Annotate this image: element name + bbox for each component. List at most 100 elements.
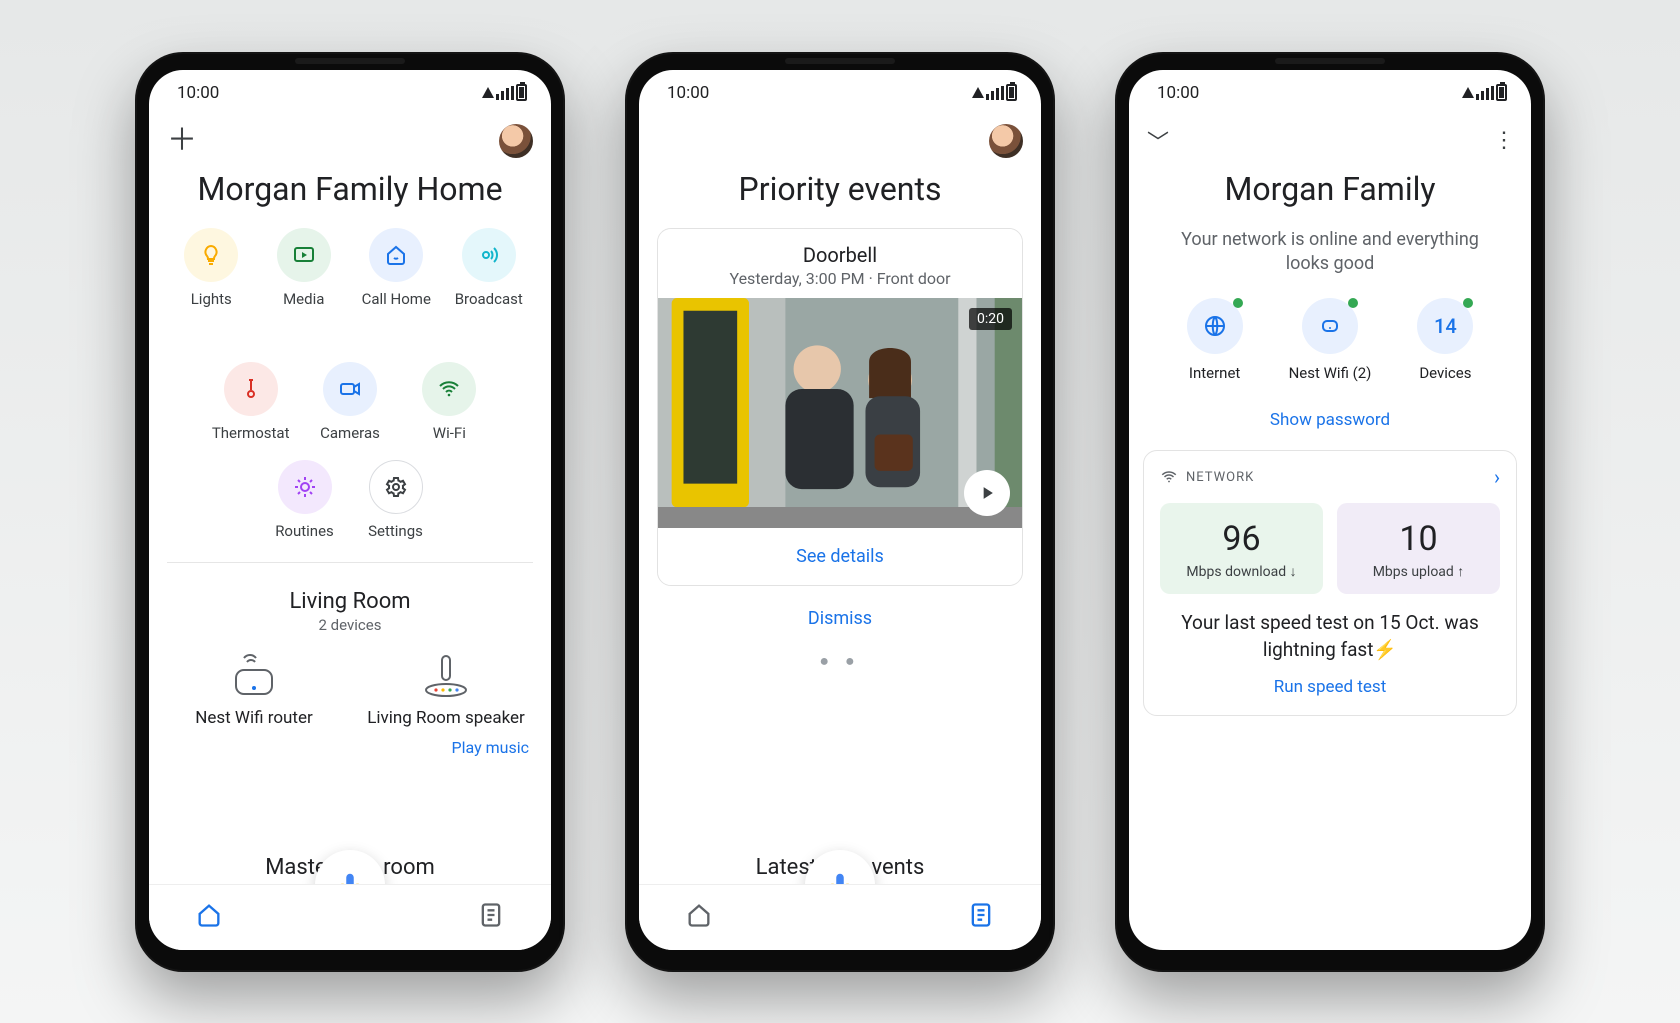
net-item-label: Internet — [1189, 364, 1240, 382]
play-music-link[interactable]: Play music — [149, 728, 551, 757]
action-broadcast[interactable]: Broadcast — [443, 228, 536, 308]
divider — [167, 562, 533, 563]
page-dots: ● ● — [639, 651, 1041, 671]
bottom-nav — [149, 884, 551, 950]
home-call-icon — [369, 228, 423, 282]
room-subtitle: 2 devices — [149, 616, 551, 634]
cell-signal-icon — [496, 86, 514, 100]
video-duration: 0:20 — [969, 308, 1012, 330]
device-speaker[interactable]: Living Room speaker — [355, 652, 537, 728]
card-header-label: NETWORK — [1186, 470, 1254, 485]
action-label: Wi-Fi — [433, 424, 466, 442]
status-dot-icon — [1233, 298, 1243, 308]
quick-actions: Lights Media Call Home Broadcast — [149, 228, 551, 344]
wifi-icon — [422, 362, 476, 416]
routines-icon — [278, 460, 332, 514]
status-bar: 10:00 — [149, 70, 551, 116]
cell-signal-icon — [1476, 86, 1494, 100]
status-dot-icon — [1348, 298, 1358, 308]
room-title: Living Room — [149, 589, 551, 614]
status-time: 10:00 — [177, 83, 219, 103]
net-item-internet[interactable]: Internet — [1187, 298, 1243, 382]
action-label: Call Home — [362, 290, 431, 308]
status-dot-icon — [1463, 298, 1473, 308]
camera-icon — [323, 362, 377, 416]
dismiss-link[interactable]: Dismiss — [639, 608, 1041, 629]
home-title: Morgan Family Home — [169, 170, 531, 208]
network-card: NETWORK › 96 Mbps download ↓ 10 Mbps upl… — [1143, 450, 1517, 716]
phone-3: 10:00 ﹀ ⋮ Morgan Family Your network is … — [1115, 52, 1545, 972]
nav-home-icon[interactable] — [195, 901, 223, 933]
battery-icon — [516, 84, 527, 101]
action-routines[interactable]: Routines — [259, 460, 350, 540]
action-media[interactable]: Media — [258, 228, 351, 308]
device-router[interactable]: Nest Wifi router — [163, 652, 345, 728]
download-label: Mbps download ↓ — [1170, 563, 1313, 580]
network-cast-icon — [482, 87, 494, 98]
event-meta: Yesterday, 3:00 PM · Front door — [668, 269, 1012, 288]
nav-feed-icon[interactable] — [967, 901, 995, 933]
upload-speed: 10 Mbps upload ↑ — [1337, 503, 1500, 594]
status-time: 10:00 — [1157, 83, 1199, 103]
action-label: Thermostat — [212, 424, 290, 442]
net-item-devices[interactable]: 14 Devices — [1417, 298, 1473, 382]
avatar[interactable] — [499, 124, 533, 158]
device-label: Nest Wifi router — [195, 708, 313, 728]
play-button[interactable] — [964, 470, 1010, 516]
device-count: 14 — [1434, 314, 1457, 338]
speed-test-footer: Your last speed test on 15 Oct. was ligh… — [1160, 610, 1500, 663]
chevron-right-icon[interactable]: › — [1494, 465, 1500, 489]
nav-feed-icon[interactable] — [477, 901, 505, 933]
action-lights[interactable]: Lights — [165, 228, 258, 308]
action-label: Lights — [191, 290, 232, 308]
run-speed-test-link[interactable]: Run speed test — [1160, 677, 1500, 697]
card-header: NETWORK — [1160, 468, 1254, 486]
net-item-wifi[interactable]: Nest Wifi (2) — [1289, 298, 1372, 382]
phone-2: 10:00 Priority events Doorbell Yesterday… — [625, 52, 1055, 972]
download-value: 96 — [1170, 519, 1313, 559]
priority-event-card: Doorbell Yesterday, 3:00 PM · Front door — [657, 228, 1023, 586]
upload-value: 10 — [1347, 519, 1490, 559]
action-wifi[interactable]: Wi-Fi — [400, 362, 499, 442]
play-tv-icon — [277, 228, 331, 282]
page-title: Priority events — [659, 170, 1021, 208]
event-header: Doorbell Yesterday, 3:00 PM · Front door — [658, 229, 1022, 298]
network-cast-icon — [1462, 87, 1474, 98]
status-bar: 10:00 — [1129, 70, 1531, 116]
action-call-home[interactable]: Call Home — [350, 228, 443, 308]
action-cameras[interactable]: Cameras — [300, 362, 399, 442]
action-label: Broadcast — [455, 290, 523, 308]
battery-icon — [1006, 84, 1017, 101]
wifi-small-icon — [1160, 468, 1178, 486]
net-item-label: Devices — [1419, 364, 1471, 382]
action-label: Cameras — [320, 424, 380, 442]
router-icon — [219, 652, 289, 698]
action-label: Routines — [275, 522, 334, 540]
avatar[interactable] — [989, 124, 1023, 158]
thermo-icon — [224, 362, 278, 416]
back-chevron-icon[interactable]: ﹀ — [1147, 125, 1169, 157]
device-label: Living Room speaker — [367, 708, 525, 728]
bottom-nav — [639, 884, 1041, 950]
network-cast-icon — [972, 87, 984, 98]
speaker-icon — [411, 652, 481, 698]
action-label: Settings — [368, 522, 423, 540]
show-password-link[interactable]: Show password — [1129, 410, 1531, 430]
nav-home-icon[interactable] — [685, 901, 713, 933]
status-icons — [482, 84, 527, 101]
gear-icon — [369, 460, 423, 514]
battery-icon — [1496, 84, 1507, 101]
action-label: Media — [283, 290, 324, 308]
more-menu-icon[interactable]: ⋮ — [1493, 128, 1513, 153]
status-bar: 10:00 — [639, 70, 1041, 116]
event-title: Doorbell — [668, 243, 1012, 267]
download-speed: 96 Mbps download ↓ — [1160, 503, 1323, 594]
phone-1: 10:00 ＋ Morgan Family Home Lights — [135, 52, 565, 972]
network-summary-row: Internet Nest Wifi (2) 14 Dev — [1129, 298, 1531, 382]
event-video[interactable]: 0:20 — [658, 298, 1022, 528]
broadcast-icon — [462, 228, 516, 282]
action-settings[interactable]: Settings — [350, 460, 441, 540]
bulb-icon — [184, 228, 238, 282]
see-details-link[interactable]: See details — [658, 528, 1022, 585]
action-thermostat[interactable]: Thermostat — [201, 362, 300, 442]
